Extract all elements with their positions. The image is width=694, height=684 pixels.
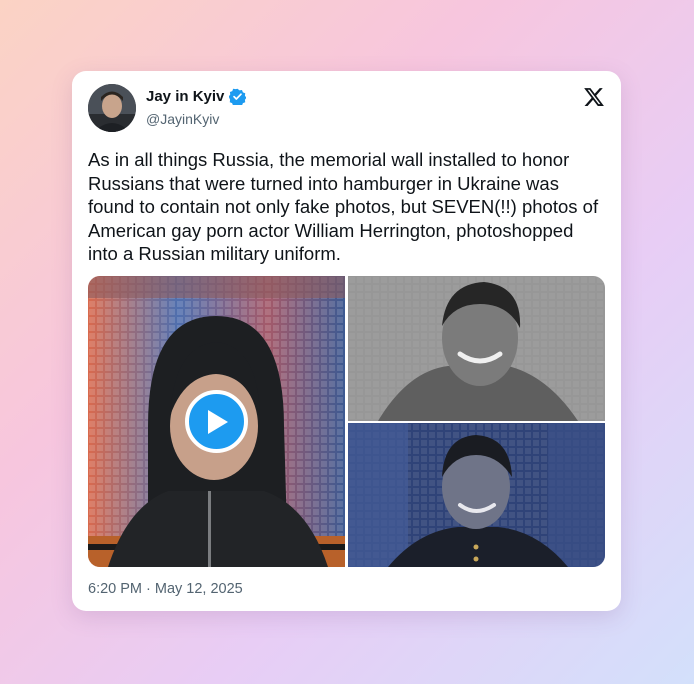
x-logo-icon[interactable]	[583, 86, 605, 108]
play-icon	[207, 409, 228, 434]
tweet-text: As in all things Russia, the memorial wa…	[88, 149, 599, 264]
photo-thumbnail[interactable]	[348, 423, 605, 567]
photo-thumbnail[interactable]	[348, 276, 605, 421]
tweet-card: Jay in Kyiv @JayinKyiv As in all things …	[72, 71, 621, 611]
handle[interactable]: @JayinKyiv	[146, 111, 219, 127]
verified-badge-icon	[229, 88, 247, 105]
video-thumbnail[interactable]	[88, 276, 345, 567]
avatar[interactable]	[88, 84, 136, 132]
play-button[interactable]	[185, 390, 248, 453]
display-name[interactable]: Jay in Kyiv	[146, 88, 224, 105]
media-grid	[88, 276, 605, 567]
author-row: Jay in Kyiv	[146, 88, 247, 105]
timestamp[interactable]: 6:20 PM · May 12, 2025	[88, 581, 243, 597]
